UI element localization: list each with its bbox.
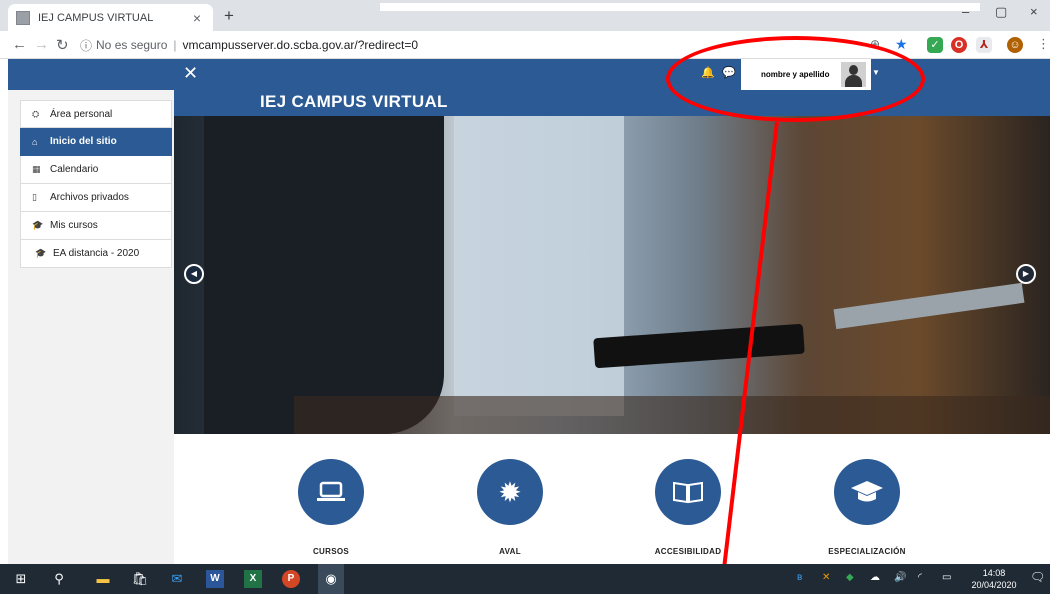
word-icon[interactable]: W bbox=[206, 570, 224, 588]
hero-photo-person bbox=[204, 116, 444, 434]
taskbar-clock[interactable]: 14:08 20/04/2020 bbox=[964, 567, 1024, 591]
file-explorer-icon[interactable]: ▬ bbox=[94, 570, 112, 588]
sidebar-item-label: EA distancia - 2020 bbox=[53, 248, 140, 259]
hero-carousel: ◀ ▶ bbox=[174, 116, 1050, 434]
info-icon[interactable]: ⓘ bbox=[80, 37, 92, 54]
seal-icon[interactable]: ✹ bbox=[477, 459, 543, 525]
sidebar-item-label: Área personal bbox=[50, 108, 113, 120]
tray-app-icon[interactable]: ✕ bbox=[822, 572, 830, 583]
excel-icon[interactable]: X bbox=[244, 570, 262, 588]
hero-photo-shirt bbox=[454, 116, 624, 416]
battery-icon[interactable]: ▭ bbox=[942, 572, 951, 583]
back-button[interactable]: ← bbox=[12, 36, 27, 53]
maximize-button[interactable]: ▢ bbox=[995, 4, 1007, 20]
search-icon[interactable]: ⚲ bbox=[50, 570, 68, 588]
network-shield-icon[interactable]: ◆ bbox=[846, 572, 854, 583]
feature-accesibilidad[interactable]: ACCESIBILIDAD bbox=[633, 459, 743, 556]
nav-list: ⛭ Área personal ⌂ Inicio del sitio ▦ Calendar… bbox=[20, 100, 172, 268]
powerpoint-icon[interactable]: P bbox=[282, 570, 300, 588]
sidebar-item-label: Inicio del sitio bbox=[50, 136, 117, 147]
tab-close-button[interactable]: × bbox=[189, 10, 205, 26]
book-icon[interactable] bbox=[655, 459, 721, 525]
opera-extension-icon[interactable]: O bbox=[951, 37, 967, 53]
reload-button[interactable]: ↻ bbox=[56, 36, 69, 54]
sidebar-item[interactable]: ▦ Calendario bbox=[20, 156, 172, 184]
sidebar-item-label: Calendario bbox=[50, 164, 99, 175]
browser-tab[interactable]: IEJ CAMPUS VIRTUAL × bbox=[8, 4, 213, 31]
logo-iej: IEJ bbox=[260, 92, 292, 111]
sidebar-item[interactable]: ⛭ Área personal bbox=[20, 100, 172, 128]
site-favicon-icon bbox=[16, 10, 30, 25]
logo-campus: CAMPUS VIRTUAL bbox=[291, 92, 448, 111]
tab-title: IEJ CAMPUS VIRTUAL bbox=[38, 11, 154, 24]
sidebar-item[interactable]: 🎓 EA distancia - 2020 bbox=[20, 240, 172, 268]
profile-avatar-icon[interactable]: ☺ bbox=[1007, 37, 1023, 53]
pdf-extension-icon[interactable]: ⅄ bbox=[976, 37, 992, 53]
sidebar-item-label: Mis cursos bbox=[50, 220, 98, 231]
carousel-prev-button[interactable]: ◀ bbox=[184, 264, 204, 284]
windows-start-icon[interactable]: ⊞ bbox=[12, 570, 30, 588]
tab-strip-highlight bbox=[380, 3, 980, 11]
calendar-icon: ▦ bbox=[32, 164, 41, 174]
action-center-icon[interactable]: 🗨 bbox=[1030, 570, 1045, 584]
file-icon: ▯ bbox=[32, 192, 37, 202]
hero-photo-table bbox=[294, 396, 1050, 434]
wifi-icon[interactable]: ◜ bbox=[918, 572, 922, 583]
clock-time: 14:08 bbox=[982, 568, 1006, 578]
nav-drawer: ⛭ Área personal ⌂ Inicio del sitio ▦ Calendar… bbox=[8, 90, 174, 564]
chrome-icon[interactable]: ◉ bbox=[318, 564, 344, 594]
browser-tab-strip: IEJ CAMPUS VIRTUAL × + – ▢ × bbox=[0, 0, 1050, 31]
feature-aval[interactable]: ✹ AVAL bbox=[455, 459, 565, 556]
feature-label[interactable]: AVAL bbox=[455, 547, 565, 556]
bluetooth-icon[interactable]: ʙ bbox=[797, 572, 802, 583]
hero-photo-tablet bbox=[593, 323, 805, 369]
feature-cursos[interactable]: CURSOS bbox=[276, 459, 386, 556]
site-logo[interactable]: IEJ CAMPUS VIRTUAL bbox=[260, 92, 448, 112]
graduation-cap-icon: 🎓 bbox=[32, 220, 44, 230]
extension-icon[interactable]: ✓ bbox=[927, 37, 943, 53]
browser-menu-icon[interactable]: ⋮ bbox=[1037, 36, 1050, 52]
feature-label[interactable]: ACCESIBILIDAD bbox=[633, 547, 743, 556]
graduation-cap-icon[interactable] bbox=[834, 459, 900, 525]
mail-icon[interactable]: ✉ bbox=[168, 570, 186, 588]
annotation-ellipse bbox=[666, 36, 925, 122]
home-icon: ⌂ bbox=[32, 136, 38, 147]
clock-date: 20/04/2020 bbox=[971, 580, 1017, 590]
sidebar-item[interactable]: ▯ Archivos privados bbox=[20, 184, 172, 212]
sidebar-item[interactable]: 🎓 Mis cursos bbox=[20, 212, 172, 240]
dashboard-icon: ⛭ bbox=[32, 108, 40, 119]
forward-button[interactable]: → bbox=[34, 36, 49, 53]
feature-label[interactable]: ESPECIALIZACIÓN bbox=[812, 547, 922, 556]
feature-label[interactable]: CURSOS bbox=[276, 547, 386, 556]
graduation-cap-icon: 🎓 bbox=[35, 248, 47, 258]
bookmark-star-icon[interactable]: ★ bbox=[895, 36, 908, 53]
address-separator: | bbox=[173, 38, 177, 52]
new-tab-button[interactable]: + bbox=[224, 6, 234, 26]
minimize-button[interactable]: – bbox=[962, 4, 969, 19]
page-header: IEJ CAMPUS VIRTUAL bbox=[174, 90, 1050, 116]
features-section: CURSOS ✹ AVAL ACCESIBILIDAD ESPECIALIZAC… bbox=[174, 434, 1050, 564]
close-drawer-icon[interactable]: ✕ bbox=[183, 63, 198, 84]
sidebar-item[interactable]: ⌂ Inicio del sitio bbox=[20, 128, 172, 156]
security-label: No es seguro bbox=[96, 38, 168, 52]
windows-taskbar: ⊞ ⚲ ▬ 🛍 ✉ W X P ◉ ʙ ✕ ◆ ☁ 🔊 ◜ ▭ 14:08 20… bbox=[0, 564, 1050, 594]
carousel-next-button[interactable]: ▶ bbox=[1016, 264, 1036, 284]
close-window-button[interactable]: × bbox=[1030, 4, 1038, 19]
store-icon[interactable]: 🛍 bbox=[131, 570, 149, 588]
hero-photo-laptop bbox=[833, 282, 1025, 330]
sidebar-item-label: Archivos privados bbox=[50, 192, 129, 203]
laptop-icon[interactable] bbox=[298, 459, 364, 525]
onedrive-icon[interactable]: ☁ bbox=[870, 572, 880, 583]
url-text[interactable]: vmcampusserver.do.scba.gov.ar/?redirect=… bbox=[183, 38, 419, 52]
feature-especializacion[interactable]: ESPECIALIZACIÓN bbox=[812, 459, 922, 556]
volume-icon[interactable]: 🔊 bbox=[894, 572, 906, 583]
